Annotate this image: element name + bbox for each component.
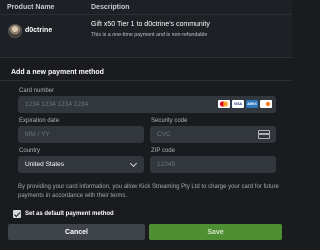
card-number-input[interactable]: 1234 1234 1234 1234 VISA AMEX [18,96,276,113]
card-number-placeholder: 1234 1234 1234 1234 [25,101,89,108]
payment-note: This is a one-time payment and is non-re… [91,32,208,38]
amex-icon: AMEX [246,100,258,108]
card-number-label: Card number [19,88,55,94]
card-brand-icons: VISA AMEX [218,100,272,108]
gift-title: Gift x50 Tier 1 to d0ctrine's community [91,21,210,28]
chevron-down-icon [129,159,138,168]
save-button[interactable]: Save [149,224,282,240]
expiration-label: Expiration date [19,118,60,124]
default-payment-label[interactable]: Set as default payment method [25,211,114,217]
country-label: Country [19,148,41,154]
order-summary: Product Name Description d0ctrine Gift x… [0,0,292,57]
avatar [8,24,22,38]
mastercard-icon [218,100,230,108]
column-header-product: Product Name [7,4,55,11]
expiration-input[interactable]: MM / YY [18,126,144,143]
column-header-description: Description [91,4,130,11]
product-name: d0ctrine [25,27,53,34]
country-value: United States [25,161,65,168]
security-code-input[interactable]: CVC [150,126,276,143]
zip-label: ZIP code [151,148,175,154]
section-divider [0,57,292,58]
security-code-label: Security code [151,118,188,124]
title-divider [0,80,292,81]
cvc-placeholder: CVC [157,131,171,138]
cvc-card-icon [258,130,270,139]
header-divider [0,14,292,15]
visa-icon: VISA [232,100,244,108]
discover-icon [260,100,272,108]
country-select[interactable]: United States [18,156,144,173]
default-payment-checkbox[interactable] [13,210,21,218]
zip-input[interactable]: 12345 [150,156,276,173]
zip-placeholder: 12345 [157,161,176,168]
card-disclaimer: By providing your card information, you … [18,184,279,199]
expiration-placeholder: MM / YY [25,131,50,138]
payment-method-title: Add a new payment method [11,69,104,76]
cancel-button[interactable]: Cancel [8,224,145,240]
